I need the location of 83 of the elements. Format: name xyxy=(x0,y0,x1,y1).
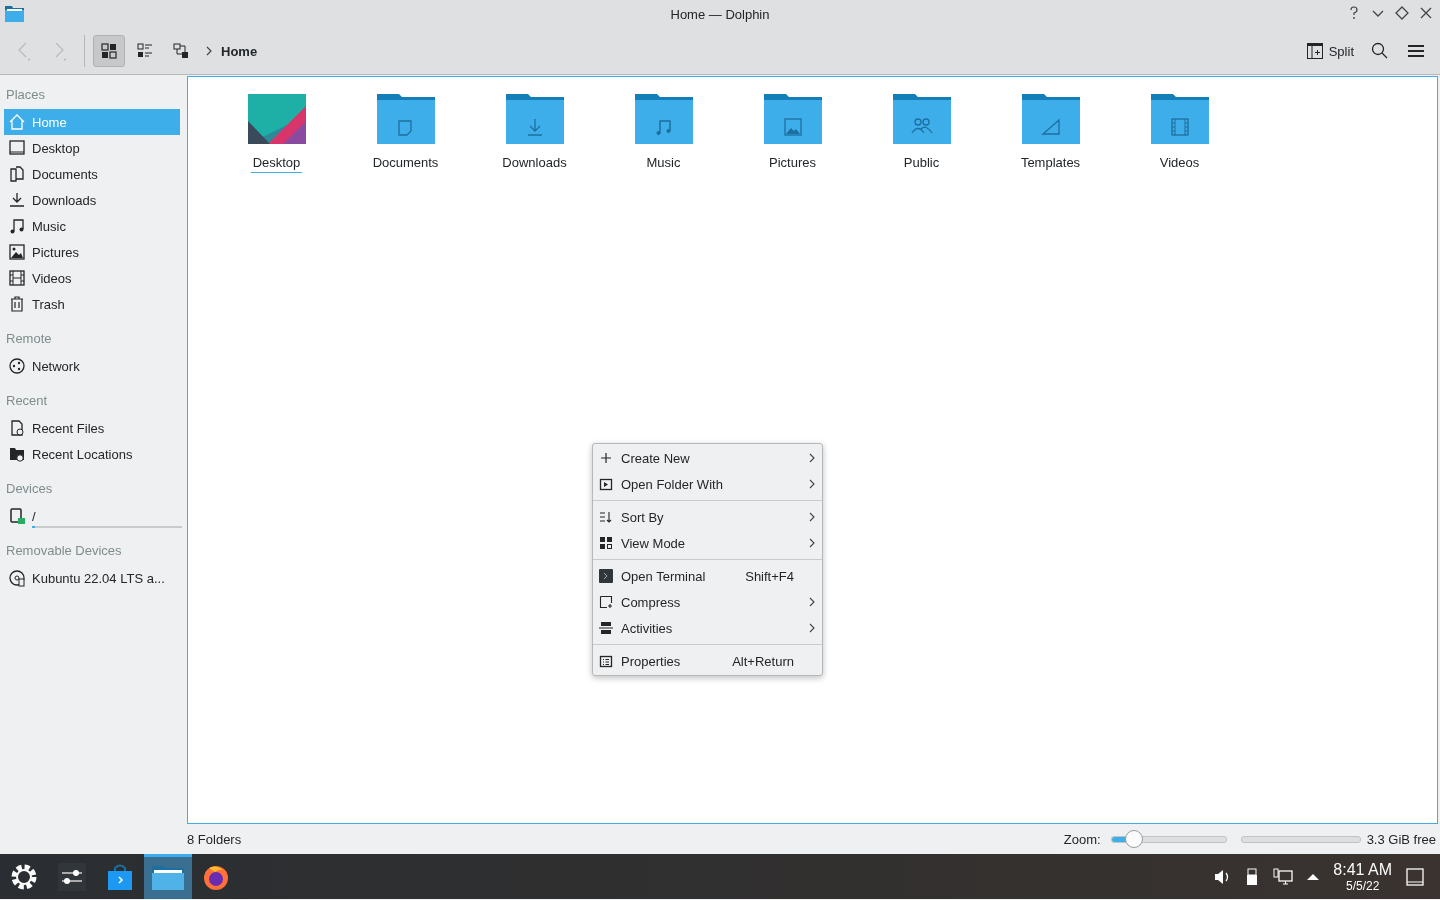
section-heading: Removable Devices xyxy=(5,542,123,560)
sliders-icon xyxy=(58,862,86,891)
view-mode-button[interactable] xyxy=(93,35,125,67)
recent-file-icon xyxy=(8,419,26,437)
disc-icon xyxy=(8,569,26,587)
sidebar-item[interactable]: Trash xyxy=(4,291,180,317)
shortcut-label: Shift+F4 xyxy=(745,568,795,584)
folder-icon xyxy=(5,5,24,22)
folder-item[interactable]: Pictures xyxy=(728,91,857,173)
menu-item[interactable]: Compress xyxy=(593,589,822,615)
window-title: Home — Dolphin xyxy=(670,6,770,22)
picture-icon xyxy=(8,243,26,261)
status-summary: 8 Folders xyxy=(187,831,242,847)
folder-item[interactable]: Downloads xyxy=(470,91,599,173)
menu-item[interactable]: Activities xyxy=(593,615,822,641)
details-view-icon xyxy=(173,43,189,59)
sidebar-item[interactable]: Recent Files xyxy=(4,415,180,441)
folder-item[interactable]: Videos xyxy=(1115,91,1244,173)
chevron-right-icon xyxy=(205,45,213,57)
show-desktop-icon[interactable] xyxy=(1406,867,1424,886)
free-space-label: 3.3 GiB free xyxy=(1366,831,1436,847)
compact-view-icon xyxy=(137,43,153,59)
sidebar-item[interactable]: Recent Locations xyxy=(4,441,180,467)
folder-item[interactable]: Desktop xyxy=(212,91,341,173)
sort-icon xyxy=(599,510,613,524)
plus-icon xyxy=(599,451,613,465)
menu-item[interactable]: View Mode xyxy=(593,530,822,556)
search-icon xyxy=(1371,42,1389,60)
taskbar-app[interactable] xyxy=(144,854,192,899)
menu-icon xyxy=(1408,44,1424,58)
sidebar-item[interactable]: Network xyxy=(4,353,180,379)
monitor-icon xyxy=(8,139,26,157)
section-heading: Remote xyxy=(5,330,53,348)
film-icon xyxy=(8,269,26,287)
section-heading: Places xyxy=(5,86,47,104)
close-icon[interactable] xyxy=(1418,5,1434,21)
menu-item[interactable]: Properties Alt+Return xyxy=(593,648,822,674)
slider-thumb[interactable] xyxy=(1124,830,1143,848)
expand-tray-icon[interactable] xyxy=(1307,872,1320,881)
download-icon xyxy=(8,191,26,209)
music-note-icon xyxy=(8,217,26,235)
shortcut-label: Alt+Return xyxy=(732,653,795,669)
recent-folder-icon xyxy=(8,445,26,463)
compress-icon xyxy=(599,595,613,609)
trash-icon xyxy=(8,295,26,313)
sidebar-item[interactable]: Desktop xyxy=(4,135,180,161)
drive-icon xyxy=(8,507,26,525)
folder-item[interactable]: Documents xyxy=(341,91,470,173)
sidebar-item[interactable]: Kubuntu 22.04 LTS a... xyxy=(4,565,180,591)
sidebar-item[interactable]: Videos xyxy=(4,265,180,291)
section-heading: Recent xyxy=(5,392,49,410)
sidebar-item[interactable]: Downloads xyxy=(4,187,180,213)
zoom-label: Zoom: xyxy=(1063,831,1101,847)
folder-item[interactable]: Public xyxy=(857,91,986,173)
network-monitor-icon[interactable] xyxy=(1273,867,1294,886)
documents-icon xyxy=(8,165,26,183)
menu-item[interactable]: Open Folder With xyxy=(593,471,822,497)
maximize-icon[interactable] xyxy=(1394,5,1410,21)
shopping-bag-icon xyxy=(106,862,134,891)
section-heading: Devices xyxy=(5,480,54,498)
activities-icon xyxy=(599,621,613,635)
usb-drive-icon[interactable] xyxy=(1245,867,1260,886)
terminal-icon xyxy=(599,569,613,583)
split-button[interactable]: Split xyxy=(1300,37,1360,65)
sidebar-item[interactable]: / xyxy=(4,503,180,529)
grid-icon xyxy=(599,536,613,550)
clock[interactable]: 8:41 AM 5/5/22 xyxy=(1333,861,1392,892)
folder-item[interactable]: Music xyxy=(599,91,728,173)
menu-item[interactable]: Sort By xyxy=(593,504,822,530)
sidebar-item[interactable]: Music xyxy=(4,213,180,239)
menu-item[interactable]: Create New xyxy=(593,445,822,471)
network-icon xyxy=(8,357,26,375)
properties-icon xyxy=(599,654,613,668)
sidebar-item[interactable]: Documents xyxy=(4,161,180,187)
icons-view-icon xyxy=(101,43,117,59)
home-icon xyxy=(8,113,26,131)
play-window-icon xyxy=(599,477,613,491)
breadcrumb-link[interactable]: Home xyxy=(217,39,262,63)
folder-icon xyxy=(152,864,184,892)
sidebar-item[interactable]: Pictures xyxy=(4,239,180,265)
folder-item[interactable]: Templates xyxy=(986,91,1115,173)
split-view-icon xyxy=(1306,43,1323,59)
menu-item[interactable]: Open Terminal Shift+F4 xyxy=(593,563,822,589)
